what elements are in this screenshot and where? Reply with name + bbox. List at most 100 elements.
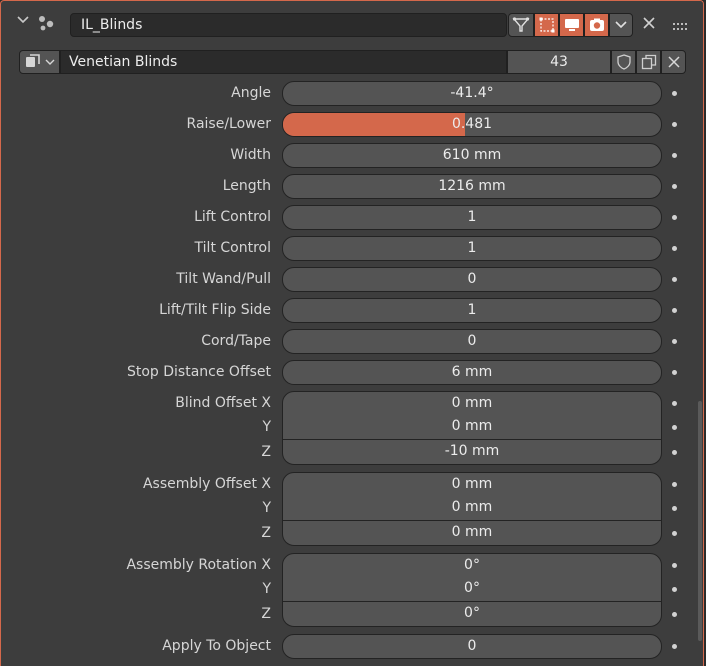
keyframe-dot-icon[interactable] bbox=[672, 184, 677, 189]
filter-toggle-button[interactable] bbox=[508, 13, 534, 37]
property-value: 0 mm bbox=[451, 395, 493, 411]
keyframe-dot-icon[interactable] bbox=[672, 563, 677, 568]
property-value-field[interactable]: 0 mm bbox=[282, 391, 662, 416]
property-value: 1 bbox=[467, 240, 477, 256]
property-label: Tilt Wand/Pull bbox=[176, 271, 271, 287]
render-toggle-button[interactable] bbox=[584, 13, 609, 37]
keyframe-dot-icon[interactable] bbox=[672, 401, 677, 406]
node-group-icon bbox=[37, 13, 57, 33]
property-value-field[interactable]: -10 mm bbox=[282, 440, 662, 465]
keyframe-dot-icon[interactable] bbox=[672, 215, 677, 220]
property-value-field[interactable]: 0 bbox=[282, 634, 662, 659]
keyframe-dot-icon[interactable] bbox=[672, 370, 677, 375]
property-value: 0° bbox=[464, 557, 480, 573]
datablock-selector: Venetian Blinds 43 bbox=[19, 50, 687, 74]
render-camera-icon bbox=[589, 18, 604, 31]
property-label: Stop Distance Offset bbox=[126, 364, 271, 380]
property-label: Apply To Object bbox=[162, 638, 271, 654]
collapse-chevron-icon[interactable] bbox=[15, 13, 31, 29]
scrollbar-thumb[interactable] bbox=[698, 401, 702, 641]
property-row: Length 1216 mm bbox=[1, 174, 703, 199]
keyframe-dot-icon[interactable] bbox=[672, 425, 677, 430]
property-row: Tilt Wand/Pull 0 bbox=[1, 267, 703, 292]
property-label: Length bbox=[222, 178, 271, 194]
keyframe-dot-icon[interactable] bbox=[672, 531, 677, 536]
keyframe-dot-icon[interactable] bbox=[672, 91, 677, 96]
property-row: Y 0° bbox=[1, 577, 703, 602]
datablock-browse-button[interactable] bbox=[19, 50, 60, 74]
property-value-field[interactable]: 0° bbox=[282, 577, 662, 602]
property-label: Y bbox=[262, 419, 271, 435]
property-row: Assembly Rotation X 0° bbox=[1, 553, 703, 578]
property-value: 610 mm bbox=[442, 147, 502, 163]
property-value-field[interactable]: 1 bbox=[282, 205, 662, 230]
property-value: 0 bbox=[467, 333, 477, 349]
keyframe-dot-icon[interactable] bbox=[672, 122, 677, 127]
unlink-button[interactable] bbox=[661, 50, 686, 74]
property-label: Cord/Tape bbox=[201, 333, 271, 349]
property-row: Angle -41.4° bbox=[1, 81, 703, 106]
property-value-field[interactable]: 0° bbox=[282, 602, 662, 627]
keyframe-dot-icon[interactable] bbox=[672, 612, 677, 617]
property-value: -41.4° bbox=[450, 85, 494, 101]
property-value: 0° bbox=[464, 580, 480, 596]
property-value-field[interactable]: 0.481 bbox=[282, 112, 662, 137]
property-value-field[interactable]: 0 bbox=[282, 267, 662, 292]
chevron-down-icon bbox=[45, 59, 54, 65]
selectable-toggle-button[interactable] bbox=[534, 13, 559, 37]
property-value-field[interactable]: 0 mm bbox=[282, 415, 662, 440]
viewport-toggle-button[interactable] bbox=[559, 13, 584, 37]
duplicate-button[interactable] bbox=[636, 50, 661, 74]
property-value-field[interactable]: 0° bbox=[282, 553, 662, 578]
property-row: Stop Distance Offset 6 mm bbox=[1, 360, 703, 385]
property-row: Raise/Lower 0.481 bbox=[1, 112, 703, 137]
property-value: 0° bbox=[464, 605, 480, 621]
keyframe-dot-icon[interactable] bbox=[672, 644, 677, 649]
property-label: Y bbox=[262, 581, 271, 597]
node-group-name-field[interactable]: IL_Blinds bbox=[70, 13, 507, 37]
property-value-field[interactable]: 1 bbox=[282, 236, 662, 261]
datablock-users-count[interactable]: 43 bbox=[507, 50, 611, 74]
fake-user-button[interactable] bbox=[611, 50, 636, 74]
filter-icon bbox=[512, 17, 530, 32]
keyframe-dot-icon[interactable] bbox=[672, 587, 677, 592]
datablock-type-icon bbox=[25, 54, 40, 67]
node-group-panel: IL_Blinds Venetian Blinds 43 Angle -41.4… bbox=[0, 0, 704, 666]
property-value-field[interactable]: 0 mm bbox=[282, 496, 662, 521]
keyframe-dot-icon[interactable] bbox=[672, 246, 677, 251]
property-value-field[interactable]: 0 bbox=[282, 329, 662, 354]
property-row: Y 0 mm bbox=[1, 415, 703, 440]
property-label: Z bbox=[261, 606, 271, 622]
keyframe-dot-icon[interactable] bbox=[672, 277, 677, 282]
viewport-icon bbox=[564, 19, 579, 31]
property-value-field[interactable]: 1216 mm bbox=[282, 174, 662, 199]
property-value-field[interactable]: 1 bbox=[282, 298, 662, 323]
keyframe-dot-icon[interactable] bbox=[672, 506, 677, 511]
drag-handle-icon[interactable] bbox=[672, 18, 690, 30]
property-value: 0 mm bbox=[451, 499, 493, 515]
visibility-menu-button[interactable] bbox=[609, 13, 633, 37]
property-value-field[interactable]: 0 mm bbox=[282, 521, 662, 546]
datablock-name-field[interactable]: Venetian Blinds bbox=[60, 50, 507, 74]
property-value: 0.481 bbox=[451, 116, 493, 132]
property-row: Y 0 mm bbox=[1, 496, 703, 521]
scrollbar[interactable] bbox=[697, 1, 703, 666]
keyframe-dot-icon[interactable] bbox=[672, 308, 677, 313]
property-row: Cord/Tape 0 bbox=[1, 329, 703, 354]
property-value: 0 bbox=[467, 638, 477, 654]
close-icon[interactable] bbox=[639, 13, 659, 37]
property-value-field[interactable]: 6 mm bbox=[282, 360, 662, 385]
property-value-field[interactable]: 0 mm bbox=[282, 472, 662, 497]
keyframe-dot-icon[interactable] bbox=[672, 482, 677, 487]
property-value-field[interactable]: 610 mm bbox=[282, 143, 662, 168]
keyframe-dot-icon[interactable] bbox=[672, 450, 677, 455]
property-label: Z bbox=[261, 525, 271, 541]
fake-user-shield-icon bbox=[616, 54, 631, 70]
property-value-field[interactable]: -41.4° bbox=[282, 81, 662, 106]
property-value: 1216 mm bbox=[438, 178, 506, 194]
property-row: Z -10 mm bbox=[1, 440, 703, 465]
property-row: Width 610 mm bbox=[1, 143, 703, 168]
keyframe-dot-icon[interactable] bbox=[672, 339, 677, 344]
property-label: Width bbox=[230, 147, 271, 163]
keyframe-dot-icon[interactable] bbox=[672, 153, 677, 158]
